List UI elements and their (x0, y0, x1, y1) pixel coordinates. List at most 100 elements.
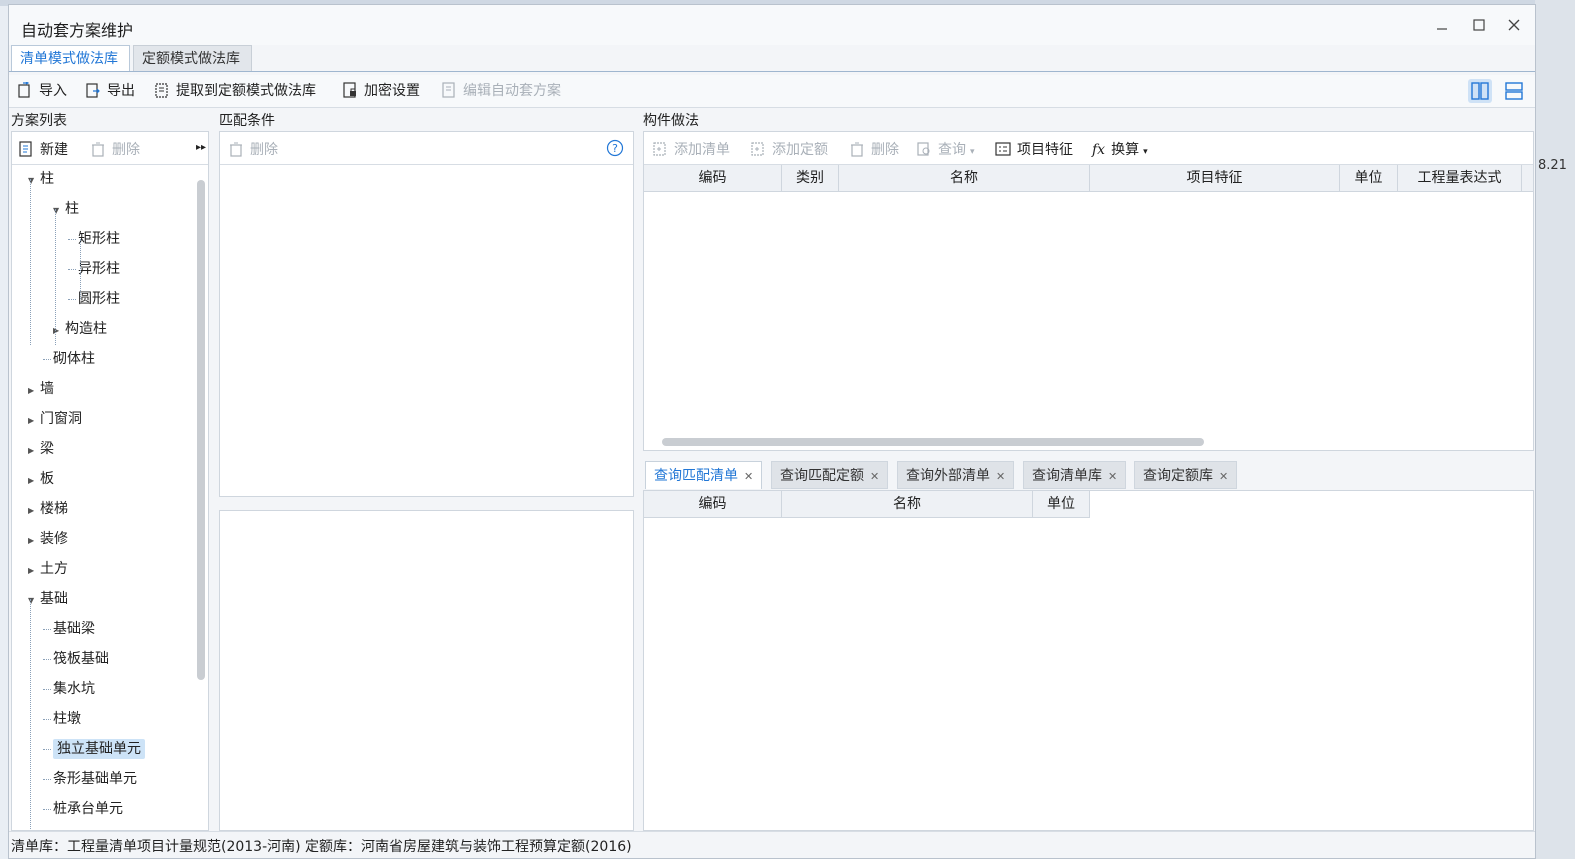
tree-node[interactable]: 砌体柱 (53, 347, 95, 371)
column-header-feature[interactable]: 项目特征 (1090, 165, 1340, 191)
close-button[interactable] (1499, 13, 1529, 41)
maximize-button[interactable] (1464, 13, 1494, 41)
expand-arrow-icon[interactable]: ▶ (28, 499, 38, 523)
status-bar: 清单库：工程量清单项目计量规范(2013-河南) 定额库：河南省房屋建筑与装饰工… (9, 831, 1535, 858)
delete-method-button[interactable]: 删除 (849, 139, 899, 159)
close-tab-icon[interactable]: ✕ (1219, 470, 1228, 483)
tree-guide-line (30, 599, 31, 830)
column-header-name[interactable]: 名称 (782, 491, 1033, 517)
column-header-type[interactable]: 类别 (782, 165, 839, 191)
tree-node[interactable]: ▶ 墙 (28, 377, 54, 401)
title-bar: 自动套方案维护 (9, 5, 1535, 45)
tree-node-label: 柱 (65, 201, 79, 217)
help-button[interactable]: ? (606, 139, 624, 161)
scheme-maintenance-dialog: 自动套方案维护 清单模式做法库 定额模式做法库 导入 导出 提取到定额模式做法库… (8, 4, 1536, 859)
tree-node[interactable]: 基础梁 (53, 617, 95, 641)
close-tab-icon[interactable]: ✕ (744, 470, 753, 483)
edit-auto-scheme-button[interactable]: 编辑自动套方案 (441, 81, 561, 101)
minimize-button[interactable] (1427, 13, 1457, 41)
expand-arrow-icon[interactable]: ▶ (28, 409, 38, 433)
tree-node[interactable]: 圆形柱 (78, 287, 120, 311)
tree-node[interactable]: ▶ 楼梯 (28, 497, 68, 521)
tab-query-external-list[interactable]: 查询外部清单 ✕ (897, 461, 1015, 489)
tree-node[interactable]: 独立基础单元 (53, 737, 145, 761)
expand-arrow-icon[interactable]: ▶ (28, 439, 38, 463)
tree-node[interactable]: 柱墩 (53, 707, 81, 731)
encrypt-settings-button[interactable]: 加密设置 (342, 81, 420, 101)
column-header-expression[interactable]: 工程量表达式 (1398, 165, 1522, 191)
delete-condition-button[interactable]: 删除 (228, 139, 278, 159)
column-header-unit[interactable]: 单位 (1340, 165, 1398, 191)
tree-node-label: 筏板基础 (53, 651, 109, 667)
tree-node[interactable]: 桩承台单元 (53, 797, 123, 821)
convert-button[interactable]: 𝑓x 换算 ▾ (1092, 139, 1148, 159)
new-scheme-button[interactable]: 新建 (18, 139, 68, 159)
close-tab-icon[interactable]: ✕ (870, 470, 879, 483)
tree-node[interactable]: ▼ 柱 (53, 197, 79, 221)
column-header-name[interactable]: 名称 (839, 165, 1090, 191)
tree-node[interactable]: ▼ 柱 (28, 167, 54, 191)
export-label: 导出 (107, 83, 135, 99)
add-list-button[interactable]: 添加清单 (652, 139, 730, 159)
add-quota-label: 添加定额 (772, 142, 828, 158)
tree-scrollbar[interactable] (197, 180, 205, 680)
import-icon (18, 82, 30, 98)
split-horizontal-icon (1505, 82, 1523, 100)
tree-node-label: 砌体柱 (53, 351, 95, 367)
tree-node[interactable]: 筏板基础 (53, 647, 109, 671)
tree-node[interactable]: 矩形柱 (78, 227, 120, 251)
column-header-unit[interactable]: 单位 (1033, 491, 1090, 517)
scheme-list-panel: 新建 删除 ▸▸ ▼ 柱 ▼ 柱矩形柱 异形柱 圆形柱 ▶ 构造柱 砌体柱 ▶ 墙 ▶ 门窗洞 ▶ 梁 ▶ 板 ▶… (11, 131, 209, 831)
tab-query-matched-list[interactable]: 查询匹配清单 ✕ (645, 461, 763, 489)
delete-label: 删除 (250, 142, 278, 158)
query-button[interactable]: 查询 ▾ (916, 139, 975, 159)
layout-horizontal-button[interactable] (1468, 79, 1492, 103)
tree-node-label: 柱墩 (53, 711, 81, 727)
tree-node[interactable]: 集水坑 (53, 677, 95, 701)
match-conditions-title: 匹配条件 (219, 113, 275, 129)
tree-node[interactable]: 异形柱 (78, 257, 120, 281)
close-tab-icon[interactable]: ✕ (996, 470, 1005, 483)
tree-node-label: 异形柱 (78, 261, 120, 277)
expand-arrow-icon[interactable]: ▶ (28, 529, 38, 553)
split-vertical-icon (1471, 82, 1489, 100)
add-quota-icon (751, 142, 764, 156)
tree-node[interactable]: ▶ 装修 (28, 527, 68, 551)
tab-query-matched-quota[interactable]: 查询匹配定额 ✕ (771, 461, 889, 489)
close-tab-icon[interactable]: ✕ (1108, 470, 1117, 483)
add-list-icon (653, 142, 666, 156)
expand-arrow-icon[interactable]: ▶ (28, 469, 38, 493)
add-quota-button[interactable]: 添加定额 (750, 139, 828, 159)
tree-node[interactable]: ▶ 土方 (28, 557, 68, 581)
column-header-code[interactable]: 编码 (644, 165, 782, 191)
method-grid-hscrollbar[interactable] (662, 438, 1204, 446)
project-feature-button[interactable]: 项目特征 (995, 139, 1073, 159)
tree-node[interactable]: ▶ 板 (28, 467, 54, 491)
expand-arrow-icon[interactable]: ▶ (28, 379, 38, 403)
tree-node[interactable]: ▶ 梁 (28, 437, 54, 461)
query-result-panel: 编码 名称 单位 (643, 490, 1534, 831)
more-options-button[interactable]: ▸▸ (196, 142, 206, 153)
trash-icon (851, 142, 863, 157)
tab-query-quota-library[interactable]: 查询定额库 ✕ (1134, 461, 1238, 489)
scheme-list-title: 方案列表 (11, 113, 67, 129)
background-value: 8.21 (1538, 158, 1567, 173)
tree-node[interactable]: ▶ 构造柱 (53, 317, 107, 341)
tree-node[interactable]: ▶ 门窗洞 (28, 407, 82, 431)
tab-query-list-library[interactable]: 查询清单库 ✕ (1023, 461, 1127, 489)
layout-vertical-button[interactable] (1502, 79, 1526, 103)
tree-node[interactable]: 条形基础单元 (53, 767, 137, 791)
export-button[interactable]: 导出 (85, 81, 135, 101)
tree-node[interactable]: ▼ 基础 (28, 587, 68, 611)
tab-quota-mode-library[interactable]: 定额模式做法库 (133, 45, 252, 71)
import-button[interactable]: 导入 (17, 81, 67, 101)
delete-scheme-button[interactable]: 删除 (90, 139, 140, 159)
component-method-title: 构件做法 (643, 113, 699, 129)
background-window-edge (1535, 0, 1575, 859)
extract-to-quota-button[interactable]: 提取到定额模式做法库 (154, 81, 316, 101)
tree-node-label: 基础 (40, 591, 68, 607)
expand-arrow-icon[interactable]: ▶ (28, 559, 38, 583)
column-header-code[interactable]: 编码 (644, 491, 782, 517)
tab-list-mode-library[interactable]: 清单模式做法库 (11, 45, 130, 71)
edit-document-icon (442, 82, 455, 98)
